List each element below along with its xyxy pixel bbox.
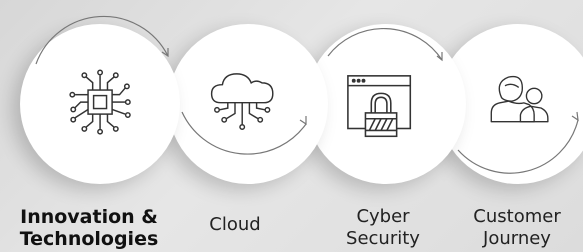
browser-lock-icon <box>347 75 412 138</box>
customers-icon <box>490 75 549 123</box>
step-cloud[interactable]: Cloud <box>168 0 328 252</box>
step-label: Innovation & Technologies <box>19 206 159 250</box>
cloud-icon <box>210 73 274 130</box>
step-innovation-technologies[interactable]: Innovation & Technologies <box>20 0 180 252</box>
chip-icon <box>69 69 131 135</box>
step-label: Cloud <box>209 214 261 235</box>
process-steps: Customer Journey Cyber Security Cloud In… <box>0 0 583 252</box>
step-label: Cyber Security <box>346 206 420 249</box>
step-cyber-security[interactable]: Cyber Security <box>306 0 466 252</box>
